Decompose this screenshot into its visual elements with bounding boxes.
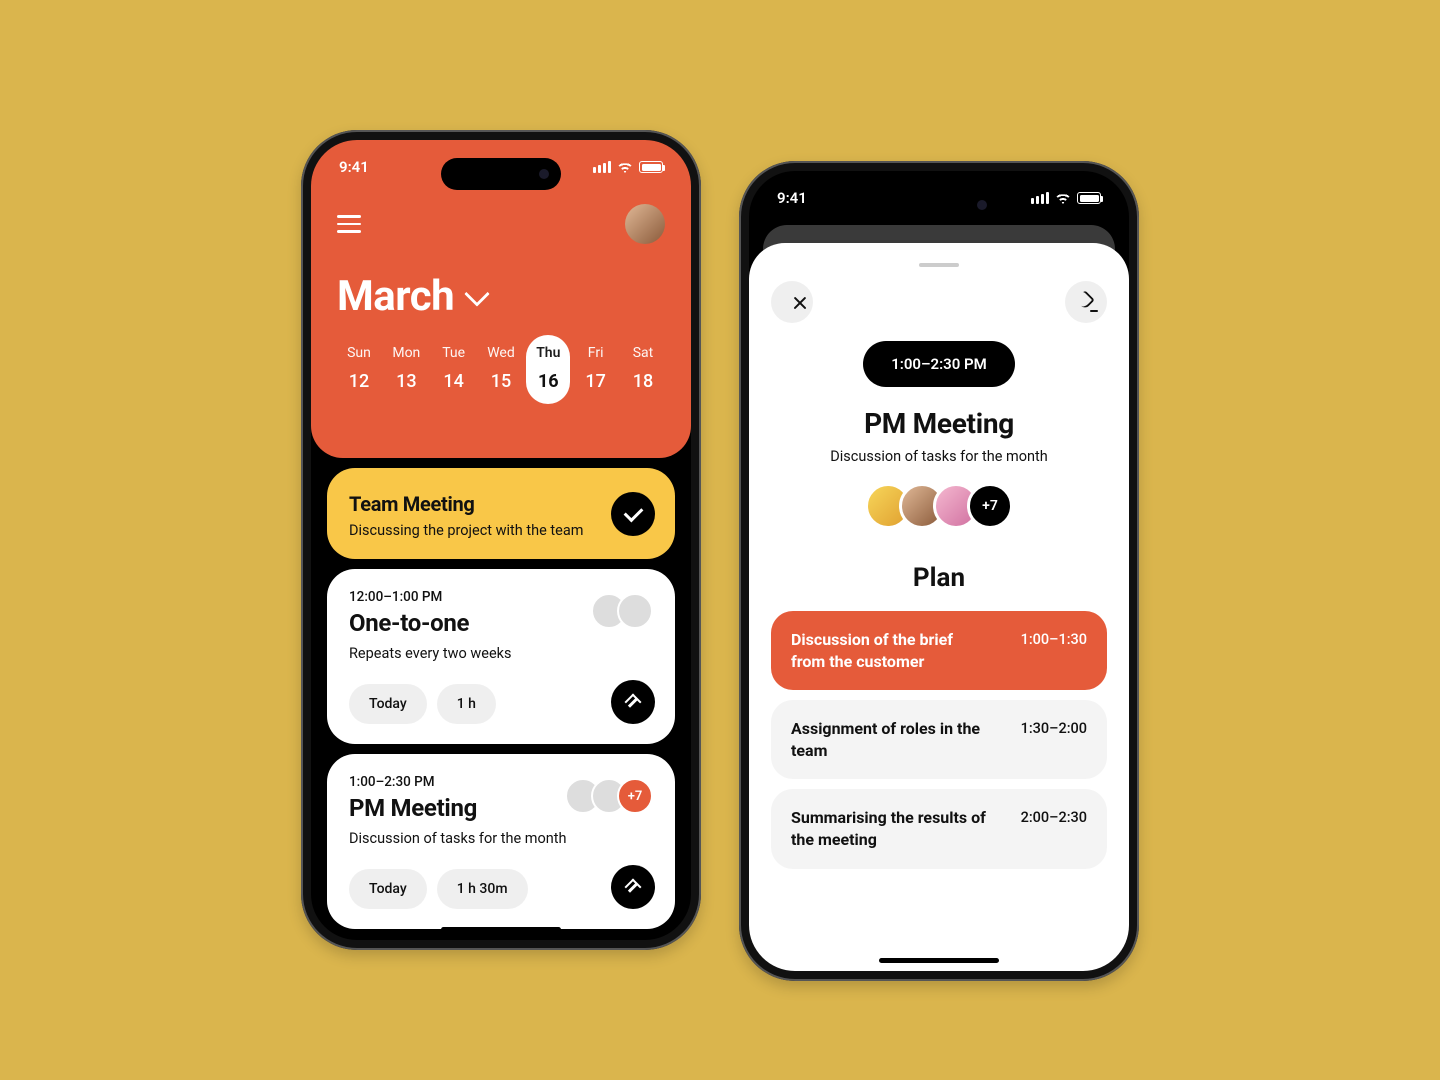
status-icons [593,161,663,173]
meeting-subtitle: Discussion of tasks for the month [771,448,1107,465]
day-sun[interactable]: Sun12 [337,345,381,404]
battery-icon [639,161,663,173]
event-subtitle: Repeats every two weeks [349,645,653,662]
day-tue[interactable]: Tue14 [432,345,476,404]
avatar-more[interactable]: +7 [967,483,1013,529]
status-icons [1031,192,1101,204]
month-selector[interactable]: March [337,272,665,321]
avatar-more: +7 [617,778,653,814]
device-notch [879,189,999,221]
wifi-icon [617,161,633,173]
event-subtitle: Discussion of tasks for the month [349,830,653,847]
phone-detail: 9:41 1:00–2:30 PM PM Meeting Discussion … [739,161,1139,981]
plan-item-range: 1:30–2:00 [1021,720,1087,737]
open-button[interactable] [611,680,655,724]
avatar [617,593,653,629]
attendee-avatars: +7 [771,483,1107,529]
signal-icon [1031,192,1049,204]
plan-item[interactable]: Summarising the results of the meeting 2… [771,789,1107,868]
attendee-avatars: +7 [565,778,653,814]
time-pill: 1:00–2:30 PM [863,341,1015,387]
close-button[interactable] [771,281,813,323]
edit-button[interactable] [1065,281,1107,323]
device-notch [441,158,561,190]
user-avatar[interactable] [625,204,665,244]
plan-list: Discussion of the brief from the custome… [771,611,1107,869]
screen-calendar: 9:41 March Sun12 Mon13 Tue14 Wed15 Thu [311,140,691,940]
detail-sheet: 1:00–2:30 PM PM Meeting Discussion of ta… [749,243,1129,971]
status-time: 9:41 [339,158,369,176]
badge-duration: 1 h [437,684,496,724]
status-time: 9:41 [777,189,807,207]
event-subtitle: Discussing the project with the team [349,522,653,539]
phone-calendar: 9:41 March Sun12 Mon13 Tue14 Wed15 Thu [301,130,701,950]
menu-icon[interactable] [337,215,361,233]
event-one-to-one[interactable]: 12:00–1:00 PM One-to-one Repeats every t… [327,569,675,744]
event-title: Team Meeting [349,492,653,516]
complete-button[interactable] [611,492,655,536]
wifi-icon [1055,192,1071,204]
week-strip: Sun12 Mon13 Tue14 Wed15 Thu16 Fri17 Sat1… [337,345,665,404]
signal-icon [593,161,611,173]
battery-icon [1077,192,1101,204]
attendee-avatars [591,593,653,629]
plan-item-active[interactable]: Discussion of the brief from the custome… [771,611,1107,690]
screen-detail: 9:41 1:00–2:30 PM PM Meeting Discussion … [749,171,1129,971]
meeting-title: PM Meeting [771,407,1107,440]
event-pm-meeting[interactable]: 1:00–2:30 PM PM Meeting Discussion of ta… [327,754,675,929]
plan-item-range: 2:00–2:30 [1021,809,1087,826]
plan-item-text: Discussion of the brief from the custome… [791,629,991,672]
plan-heading: Plan [771,563,1107,593]
grab-handle[interactable] [919,263,959,267]
edit-icon [1077,293,1095,311]
day-fri[interactable]: Fri17 [574,345,618,404]
plan-item-text: Summarising the results of the meeting [791,807,991,850]
event-featured[interactable]: Team Meeting Discussing the project with… [327,468,675,559]
day-wed[interactable]: Wed15 [479,345,523,404]
open-button[interactable] [611,865,655,909]
day-thu-selected[interactable]: Thu16 [526,335,570,404]
chevron-down-icon [464,281,489,306]
badge-day: Today [349,869,427,909]
plan-item[interactable]: Assignment of roles in the team 1:30–2:0… [771,700,1107,779]
events-list: Team Meeting Discussing the project with… [321,468,681,930]
badge-day: Today [349,684,427,724]
day-sat[interactable]: Sat18 [621,345,665,404]
plan-item-range: 1:00–1:30 [1021,631,1087,648]
home-indicator[interactable] [441,927,561,932]
plan-item-text: Assignment of roles in the team [791,718,991,761]
home-indicator[interactable] [879,958,999,963]
day-mon[interactable]: Mon13 [384,345,428,404]
badge-duration: 1 h 30m [437,869,528,909]
month-title: March [337,272,454,321]
